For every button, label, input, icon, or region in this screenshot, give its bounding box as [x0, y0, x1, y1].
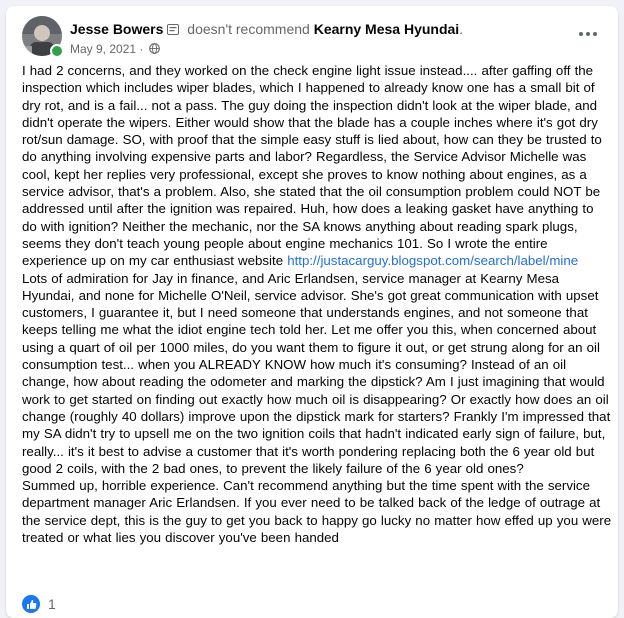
review-text: Lots of admiration for Jay in finance, a…	[22, 270, 611, 476]
author-name[interactable]: Jesse Bowers	[70, 21, 163, 37]
review-header: Jesse Bowers doesn't recommend Kearny Me…	[22, 16, 602, 60]
reactions-bar[interactable]: 1	[22, 594, 56, 614]
review-meta: May 9, 2021 ·	[70, 42, 160, 56]
meta-separator: ·	[139, 42, 144, 56]
like-reaction-icon[interactable]	[22, 595, 40, 613]
review-card: Jesse Bowers doesn't recommend Kearny Me…	[6, 6, 618, 618]
recommendation-status: doesn't recommend	[187, 21, 310, 37]
globe-icon	[148, 43, 160, 54]
title-period: .	[459, 21, 464, 37]
business-name[interactable]: Kearny Mesa Hyundai	[314, 21, 460, 37]
online-status-dot	[50, 44, 64, 58]
review-summary: Summed up, horrible experience. Can't re…	[22, 478, 612, 546]
review-paragraph: I had 2 concerns, and they worked on the…	[22, 62, 612, 477]
profile-badge-icon	[167, 22, 180, 35]
review-text: I had 2 concerns, and they worked on the…	[22, 63, 602, 269]
review-body: I had 2 concerns, and they worked on the…	[22, 62, 612, 546]
review-title-line: Jesse Bowers doesn't recommend Kearny Me…	[70, 21, 463, 37]
more-options-icon[interactable]	[574, 24, 602, 44]
review-date[interactable]: May 9, 2021	[70, 42, 136, 56]
reaction-count[interactable]: 1	[48, 596, 56, 612]
website-link[interactable]: http://justacarguy.blogspot.com/search/l…	[287, 253, 578, 268]
